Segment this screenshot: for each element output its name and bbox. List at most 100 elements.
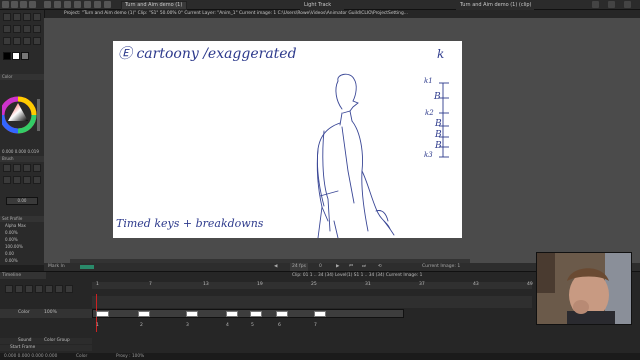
skip-back-icon[interactable]: ⏮: [349, 263, 353, 271]
layer-row[interactable]: Color 100%: [0, 309, 92, 318]
copy-icon[interactable]: [65, 285, 73, 293]
frame-ruler[interactable]: 1 7 13 19 25 31 37 43 49: [92, 282, 533, 289]
keyframe-cel[interactable]: [96, 311, 109, 317]
ruler-tick: 43: [473, 282, 479, 287]
fill-icon[interactable]: [74, 1, 81, 8]
fill-brush-icon[interactable]: [3, 176, 11, 184]
ruler-tick: 31: [365, 282, 371, 287]
lasso-tool-icon[interactable]: [3, 37, 11, 45]
ruler-tick: 49: [527, 282, 533, 287]
keyframe-cel[interactable]: [250, 311, 262, 317]
onion-skin-icon[interactable]: [35, 285, 43, 293]
text-icon[interactable]: [13, 176, 21, 184]
start-frame-row[interactable]: Start Frame: [0, 345, 92, 351]
brush-icon[interactable]: [3, 164, 11, 172]
drawing-canvas[interactable]: Ⓔ cartoony /exaggerated Timed keys + bre…: [113, 41, 462, 238]
move-tool-icon[interactable]: [13, 13, 21, 21]
new-layer-icon[interactable]: [5, 285, 13, 293]
ruler-tick: 19: [257, 282, 263, 287]
maximize-icon[interactable]: [608, 1, 615, 8]
minimize-icon[interactable]: [592, 1, 599, 8]
menu-icon[interactable]: [2, 1, 9, 8]
ruler-tick: 13: [203, 282, 209, 287]
delete-layer-icon[interactable]: [15, 285, 23, 293]
timing-label: B: [435, 141, 442, 151]
cel-number: 6: [278, 323, 281, 328]
webcam-overlay: [536, 252, 632, 325]
shape-tool-icon[interactable]: [13, 37, 21, 45]
layer-color-label: Color: [18, 310, 30, 315]
prev-frame-icon[interactable]: ◀: [274, 263, 277, 271]
hand-tool-icon[interactable]: [23, 37, 31, 45]
swap-color-icon[interactable]: [21, 52, 29, 60]
brush-tool-icon[interactable]: [23, 13, 31, 21]
undo-icon[interactable]: [29, 1, 36, 8]
skip-forward-icon[interactable]: ⏭: [362, 263, 366, 271]
keyframe-cel[interactable]: [226, 311, 238, 317]
timing-label: k1: [424, 77, 433, 85]
eyedropper-tool-icon[interactable]: [33, 25, 41, 33]
marker-icon[interactable]: [23, 164, 31, 172]
keyframe-cel[interactable]: [138, 311, 150, 317]
timeline-header: Timeline: [0, 272, 46, 279]
file-icon[interactable]: [11, 1, 18, 8]
play-icon[interactable]: ▶: [336, 263, 339, 271]
pen-icon[interactable]: [13, 164, 21, 172]
rotate-icon[interactable]: [104, 1, 111, 8]
zoom-tool-icon[interactable]: [33, 37, 41, 45]
sound-row[interactable]: Sound Color Group: [0, 338, 92, 344]
link-icon[interactable]: [45, 285, 53, 293]
fill-tool-icon[interactable]: [13, 25, 21, 33]
property-value[interactable]: 0.00%: [5, 230, 39, 237]
tab-light-track[interactable]: Light Track: [300, 1, 344, 10]
animation-track[interactable]: [92, 294, 404, 332]
loop-icon[interactable]: ⟲: [378, 263, 382, 271]
layer-opacity[interactable]: 100%: [44, 310, 57, 315]
clear-icon[interactable]: [64, 1, 71, 8]
select-tool-icon[interactable]: [3, 13, 11, 21]
brush-grid: [2, 163, 42, 187]
text-tool-icon[interactable]: [23, 25, 31, 33]
cut-icon[interactable]: [55, 285, 63, 293]
timing-label: B: [434, 92, 441, 102]
timing-chart-k-label: k: [437, 47, 445, 61]
property-value[interactable]: 100.00%: [5, 244, 39, 251]
cel-number: 5: [251, 323, 254, 328]
color-wheel[interactable]: [2, 81, 40, 147]
property-value[interactable]: 0.00%: [5, 237, 39, 244]
tool-grid: [2, 12, 42, 48]
keyframe-cel[interactable]: [186, 311, 198, 317]
folder-icon[interactable]: [25, 285, 33, 293]
blur-icon[interactable]: [33, 176, 41, 184]
eraser-tool-icon[interactable]: [3, 25, 11, 33]
pencil-tool-icon[interactable]: [33, 13, 41, 21]
zoom-icon[interactable]: [84, 1, 91, 8]
fps-field[interactable]: 24 fps: [290, 263, 308, 271]
mark-in-label[interactable]: Mark In: [48, 263, 65, 271]
primary-color-swatch[interactable]: [3, 52, 11, 60]
redo-icon[interactable]: [44, 1, 51, 8]
property-value[interactable]: 0.00: [5, 251, 39, 258]
profile-sub: Alpha Max: [5, 223, 26, 228]
airbrush-icon[interactable]: [33, 164, 41, 172]
keyframe-cel[interactable]: [314, 311, 326, 317]
keyframe-cel[interactable]: [276, 311, 288, 317]
settings-icon[interactable]: [54, 1, 61, 8]
property-list: 0.00% 0.00% 100.00% 0.00 0.00%: [5, 230, 39, 265]
hand-icon[interactable]: [94, 1, 101, 8]
ruler-tick: 25: [311, 282, 317, 287]
secondary-color-swatch[interactable]: [12, 52, 20, 60]
property-value[interactable]: 0.00%: [5, 258, 39, 265]
color-group-label: Color Group: [44, 338, 70, 343]
save-icon[interactable]: [20, 1, 27, 8]
character-sketch: [316, 73, 395, 238]
brush-size-field[interactable]: 0.00: [6, 197, 38, 205]
frame-number: 0: [319, 264, 322, 269]
tab-main-document[interactable]: Turn and Aim demo (1): [121, 1, 187, 10]
ruler-tick: 7: [149, 282, 152, 287]
close-icon[interactable]: [624, 1, 631, 8]
tab-clip[interactable]: Turn and Aim demo (1) (clip): [456, 1, 534, 10]
cel-number: 1: [96, 323, 99, 328]
smudge-icon[interactable]: [23, 176, 31, 184]
color-panel-header: Color: [0, 74, 44, 80]
